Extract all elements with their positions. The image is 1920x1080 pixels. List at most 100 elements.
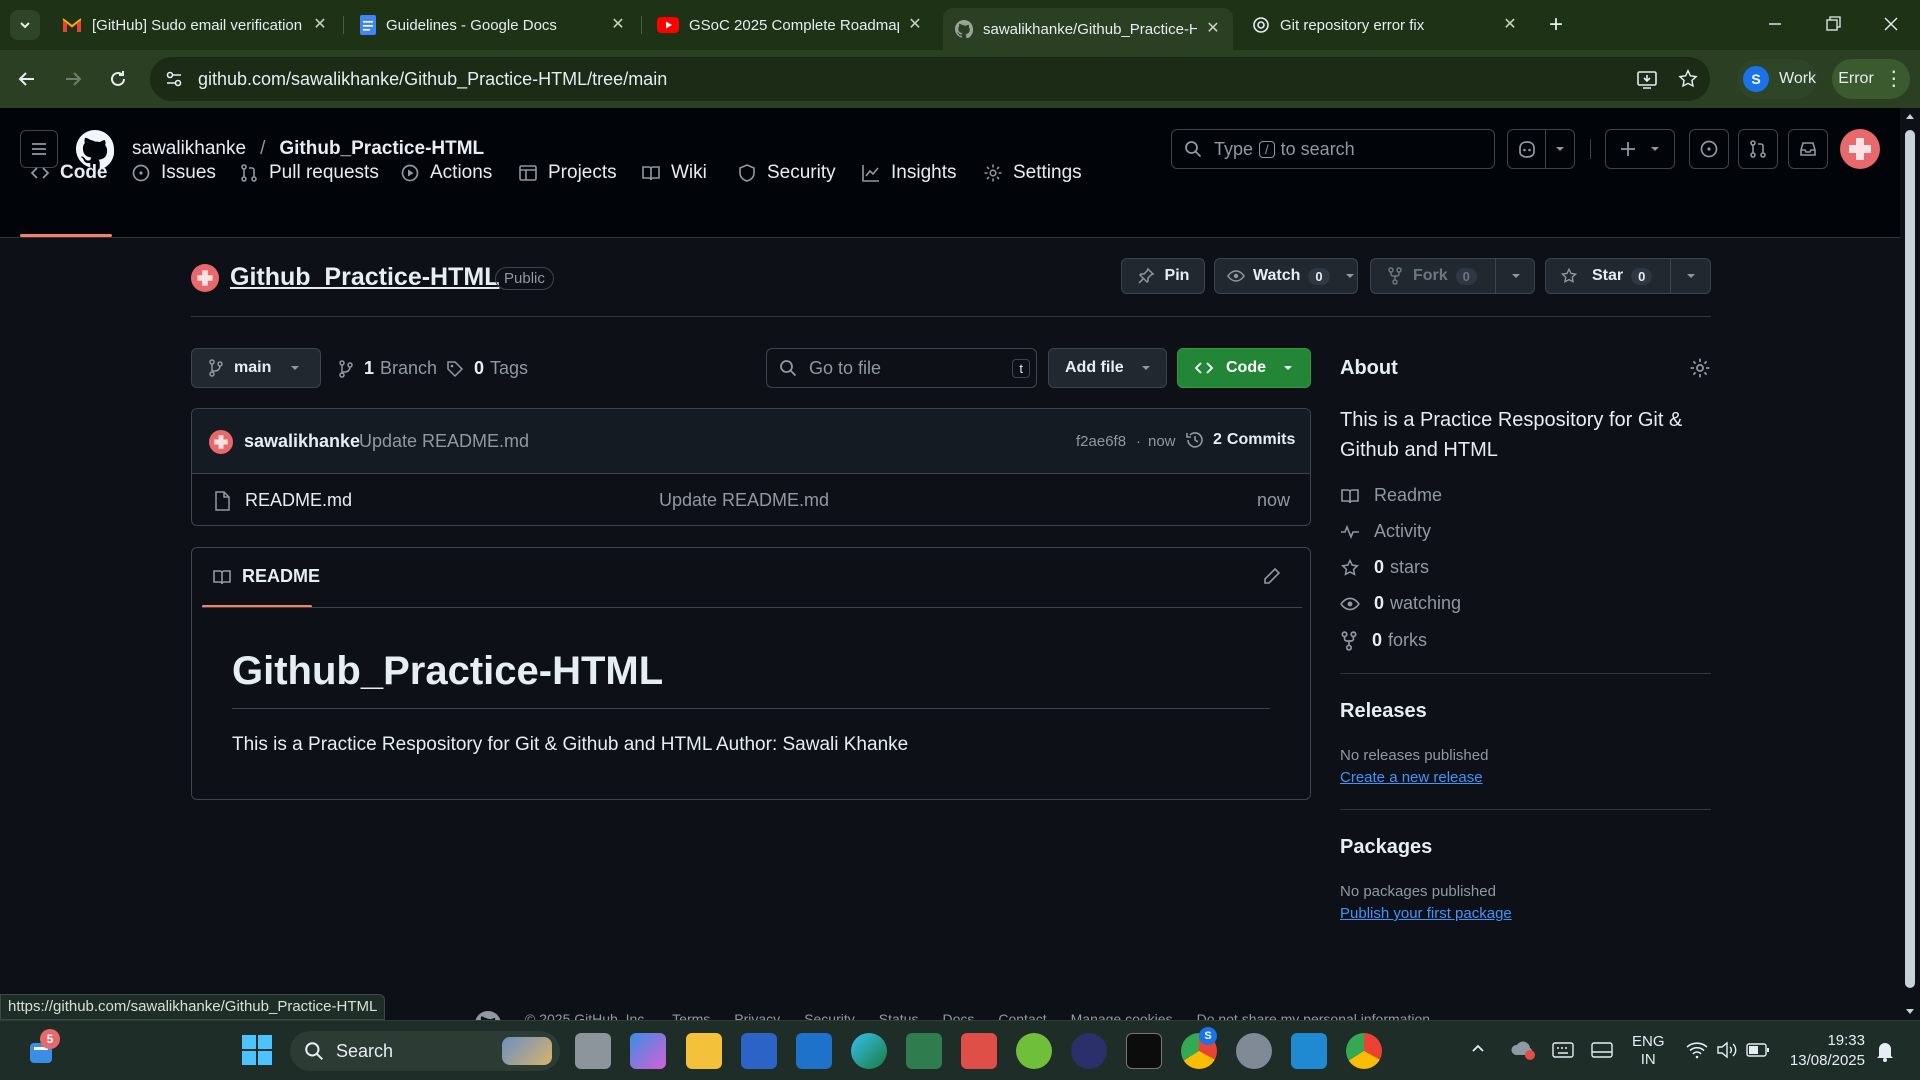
keyboard-icon[interactable] [1552, 1041, 1574, 1059]
notification-bell-icon[interactable] [1874, 1039, 1896, 1063]
vscode-icon[interactable] [1291, 1033, 1327, 1069]
restore-button[interactable] [1823, 14, 1843, 34]
stars-link[interactable]: 0 stars [1340, 557, 1429, 578]
word-icon[interactable] [741, 1033, 777, 1069]
chrome-icon[interactable] [1346, 1033, 1382, 1069]
gear-icon[interactable] [1689, 357, 1711, 379]
branches-link[interactable]: 1 Branch [338, 358, 437, 379]
copilot-button[interactable] [1507, 129, 1575, 169]
branch-selector[interactable]: main [191, 348, 321, 388]
commit-author[interactable]: sawalikhanke [244, 431, 360, 452]
close-icon[interactable]: ✕ [1205, 21, 1221, 37]
watching-link[interactable]: 0 watching [1340, 593, 1461, 614]
tags-link[interactable]: 0 Tags [446, 358, 528, 379]
site-settings-icon[interactable] [164, 69, 184, 89]
commits-link[interactable]: 2 Commits [1185, 430, 1295, 450]
show-hidden-icons-button[interactable] [1470, 1041, 1486, 1057]
edge-icon[interactable] [851, 1033, 887, 1069]
volume-icon[interactable] [1716, 1041, 1738, 1059]
tab-wiki[interactable]: Wiki [641, 154, 707, 192]
tab-issues[interactable]: Issues [131, 154, 216, 192]
wifi-icon[interactable] [1686, 1041, 1708, 1059]
pin-button[interactable]: Pin [1121, 258, 1205, 294]
close-icon[interactable]: ✕ [907, 17, 923, 33]
search-input[interactable]: Type / to search [1171, 129, 1495, 169]
close-icon[interactable]: ✕ [610, 17, 626, 33]
user-avatar[interactable] [1840, 129, 1880, 169]
tab-insights[interactable]: Insights [861, 154, 956, 192]
footer-link[interactable]: Privacy [734, 1011, 780, 1020]
scrollbar-thumb[interactable] [1905, 130, 1915, 988]
profile-button[interactable]: S Work [1737, 59, 1817, 99]
tab-pull-requests[interactable]: Pull requests [239, 154, 379, 192]
task-view-button[interactable] [575, 1033, 611, 1069]
footer-link[interactable]: Docs [942, 1011, 974, 1020]
tab-actions[interactable]: Actions [400, 154, 492, 192]
terminal-icon[interactable] [1126, 1033, 1162, 1069]
footer-link[interactable]: Status [879, 1011, 919, 1020]
scrollbar[interactable] [1900, 108, 1920, 1020]
create-release-link[interactable]: Create a new release [1340, 769, 1483, 786]
tablet-mode-icon[interactable] [1591, 1041, 1613, 1059]
file-name[interactable]: README.md [245, 490, 352, 511]
minimize-button[interactable] [1765, 14, 1785, 34]
forward-button[interactable] [58, 64, 88, 94]
onedrive-icon[interactable] [1510, 1039, 1536, 1061]
code-download-button[interactable]: Code [1177, 348, 1311, 388]
issues-button[interactable] [1689, 129, 1729, 169]
scroll-down-icon[interactable] [1905, 1006, 1915, 1016]
tab-settings[interactable]: Settings [983, 154, 1082, 192]
footer-link[interactable]: Manage cookies [1071, 1011, 1173, 1020]
tab-projects[interactable]: Projects [518, 154, 617, 192]
forks-link[interactable]: 0 forks [1340, 630, 1427, 651]
battery-icon[interactable] [1746, 1042, 1770, 1058]
clock[interactable]: 19:33 13/08/2025 [1785, 1031, 1865, 1071]
copilot-app-icon[interactable] [630, 1033, 666, 1069]
commit-hash[interactable]: f2ae6f8 [1076, 433, 1126, 450]
tab-gmail[interactable]: [GitHub] Sudo email verification ✕ [50, 8, 340, 42]
readme-link[interactable]: Readme [1340, 485, 1442, 506]
pull-requests-button[interactable] [1738, 129, 1778, 169]
readme-tab[interactable]: README [212, 566, 320, 587]
footer-link[interactable]: Contact [998, 1011, 1046, 1020]
tab-code[interactable]: Code [30, 154, 108, 192]
close-icon[interactable]: ✕ [312, 17, 328, 33]
tab-youtube[interactable]: GSoC 2025 Complete Roadmap ✕ [645, 8, 935, 42]
tab-chatgpt[interactable]: Git repository error fix ✕ [1240, 8, 1530, 42]
pencil-icon[interactable] [1262, 566, 1282, 586]
widgets-button[interactable]: 5 [24, 1029, 60, 1069]
file-commit-message[interactable]: Update README.md [659, 490, 829, 511]
outlook-icon[interactable] [796, 1033, 832, 1069]
tab-search-button[interactable] [10, 10, 40, 40]
fork-button[interactable]: Fork 0 [1370, 258, 1535, 294]
scroll-up-icon[interactable] [1905, 112, 1915, 122]
activity-link[interactable]: Activity [1340, 521, 1431, 542]
go-to-file-input[interactable]: Go to file t [766, 348, 1037, 388]
close-window-button[interactable] [1881, 14, 1901, 34]
repo-title[interactable]: Github_Practice-HTML [230, 263, 499, 292]
bookmark-button[interactable] [1673, 64, 1703, 94]
start-button[interactable] [240, 1033, 276, 1069]
address-bar[interactable]: github.com/sawalikhanke/Github_Practice-… [150, 57, 1710, 101]
taskbar-search[interactable]: Search [290, 1031, 560, 1071]
publish-package-link[interactable]: Publish your first package [1340, 905, 1512, 922]
add-file-button[interactable]: Add file [1048, 348, 1167, 388]
reload-button[interactable] [103, 64, 133, 94]
error-menu-button[interactable]: Error ⋮ [1832, 59, 1910, 99]
close-icon[interactable]: ✕ [1502, 17, 1518, 33]
footer-link[interactable]: Terms [672, 1011, 710, 1020]
footer-link[interactable]: Do not share my personal information [1197, 1011, 1430, 1020]
eclipse-icon[interactable] [1071, 1033, 1107, 1069]
releases-title[interactable]: Releases [1340, 700, 1427, 723]
new-tab-button[interactable]: + [1543, 12, 1569, 38]
tab-google-docs[interactable]: Guidelines - Google Docs ✕ [348, 8, 638, 42]
file-explorer-icon[interactable] [686, 1033, 722, 1069]
star-button[interactable]: Star 0 [1545, 258, 1711, 294]
settings-icon[interactable] [1236, 1033, 1272, 1069]
language-indicator[interactable]: ENG IN [1632, 1033, 1665, 1069]
watch-button[interactable]: Watch 0 [1214, 258, 1358, 294]
app-icon[interactable] [1016, 1033, 1052, 1069]
back-button[interactable] [12, 64, 42, 94]
tab-security[interactable]: Security [737, 154, 836, 192]
packages-title[interactable]: Packages [1340, 836, 1432, 859]
